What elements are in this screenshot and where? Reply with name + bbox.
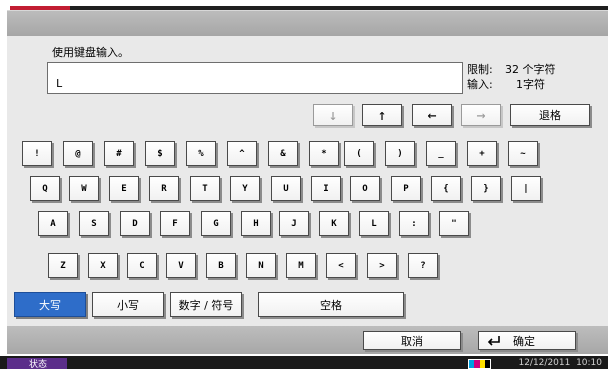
number-symbol-mode-button[interactable]: 数字 / 符号 (170, 292, 242, 317)
key-v[interactable]: V (166, 253, 196, 278)
key-dollar[interactable]: $ (145, 141, 175, 166)
key-x[interactable]: X (88, 253, 118, 278)
key-colon[interactable]: : (399, 211, 429, 236)
key-l[interactable]: L (359, 211, 389, 236)
key-z[interactable]: Z (48, 253, 78, 278)
lowercase-mode-button[interactable]: 小写 (92, 292, 164, 317)
status-bar (0, 356, 608, 369)
title-bar (7, 10, 608, 36)
key-question[interactable]: ? (408, 253, 438, 278)
key-right-brace[interactable]: } (471, 176, 501, 201)
key-b[interactable]: B (206, 253, 236, 278)
key-asterisk[interactable]: * (309, 141, 339, 166)
key-ampersand[interactable]: & (268, 141, 298, 166)
key-t[interactable]: T (190, 176, 220, 201)
key-left-paren[interactable]: ( (344, 141, 374, 166)
ok-button[interactable]: 确定 (478, 331, 576, 350)
key-caret[interactable]: ^ (227, 141, 257, 166)
key-hash[interactable]: # (104, 141, 134, 166)
key-e[interactable]: E (109, 176, 139, 201)
key-percent[interactable]: % (186, 141, 216, 166)
cursor-down-button[interactable]: ↓ (313, 104, 353, 126)
key-n[interactable]: N (246, 253, 276, 278)
text-input-field[interactable]: L (47, 62, 463, 94)
ok-button-label: 确定 (513, 334, 535, 348)
key-right-paren[interactable]: ) (385, 141, 415, 166)
cursor-right-button[interactable]: → (461, 104, 501, 126)
key-w[interactable]: W (69, 176, 99, 201)
input-prompt: 使用键盘输入。 (52, 46, 129, 59)
cancel-button[interactable]: 取消 (363, 331, 461, 350)
cursor-up-button[interactable]: ↑ (362, 104, 402, 126)
key-c[interactable]: C (127, 253, 157, 278)
key-a[interactable]: A (38, 211, 68, 236)
key-h[interactable]: H (241, 211, 271, 236)
key-less-than[interactable]: < (326, 253, 356, 278)
key-q[interactable]: Q (30, 176, 60, 201)
key-i[interactable]: I (311, 176, 341, 201)
key-quote[interactable]: " (439, 211, 469, 236)
key-tilde[interactable]: ~ (508, 141, 538, 166)
key-exclamation[interactable]: ! (22, 141, 52, 166)
cursor-left-button[interactable]: ← (412, 104, 452, 126)
enter-arrow-icon (487, 335, 501, 347)
key-r[interactable]: R (149, 176, 179, 201)
key-u[interactable]: U (271, 176, 301, 201)
key-p[interactable]: P (391, 176, 421, 201)
key-at[interactable]: @ (63, 141, 93, 166)
key-m[interactable]: M (286, 253, 316, 278)
space-button[interactable]: 空格 (258, 292, 404, 317)
datetime-display: 12/12/2011 10:10 (518, 358, 602, 368)
key-d[interactable]: D (120, 211, 150, 236)
entered-label: 输入: (467, 78, 493, 91)
key-underscore[interactable]: _ (426, 141, 456, 166)
key-k[interactable]: K (319, 211, 349, 236)
entered-value: 1字符 (516, 78, 545, 91)
limit-label: 限制: (467, 63, 493, 76)
toner-level-icon (468, 359, 491, 369)
key-j[interactable]: J (279, 211, 309, 236)
key-left-brace[interactable]: { (431, 176, 461, 201)
key-y[interactable]: Y (230, 176, 260, 201)
key-o[interactable]: O (350, 176, 380, 201)
key-g[interactable]: G (201, 211, 231, 236)
status-tab[interactable]: 状态 (7, 358, 67, 370)
key-greater-than[interactable]: > (367, 253, 397, 278)
uppercase-mode-button[interactable]: 大写 (14, 292, 86, 317)
key-pipe[interactable]: | (511, 176, 541, 201)
key-plus[interactable]: + (467, 141, 497, 166)
limit-value: 32 个字符 (505, 63, 556, 76)
backspace-button[interactable]: 退格 (510, 104, 590, 126)
key-f[interactable]: F (160, 211, 190, 236)
key-s[interactable]: S (79, 211, 109, 236)
